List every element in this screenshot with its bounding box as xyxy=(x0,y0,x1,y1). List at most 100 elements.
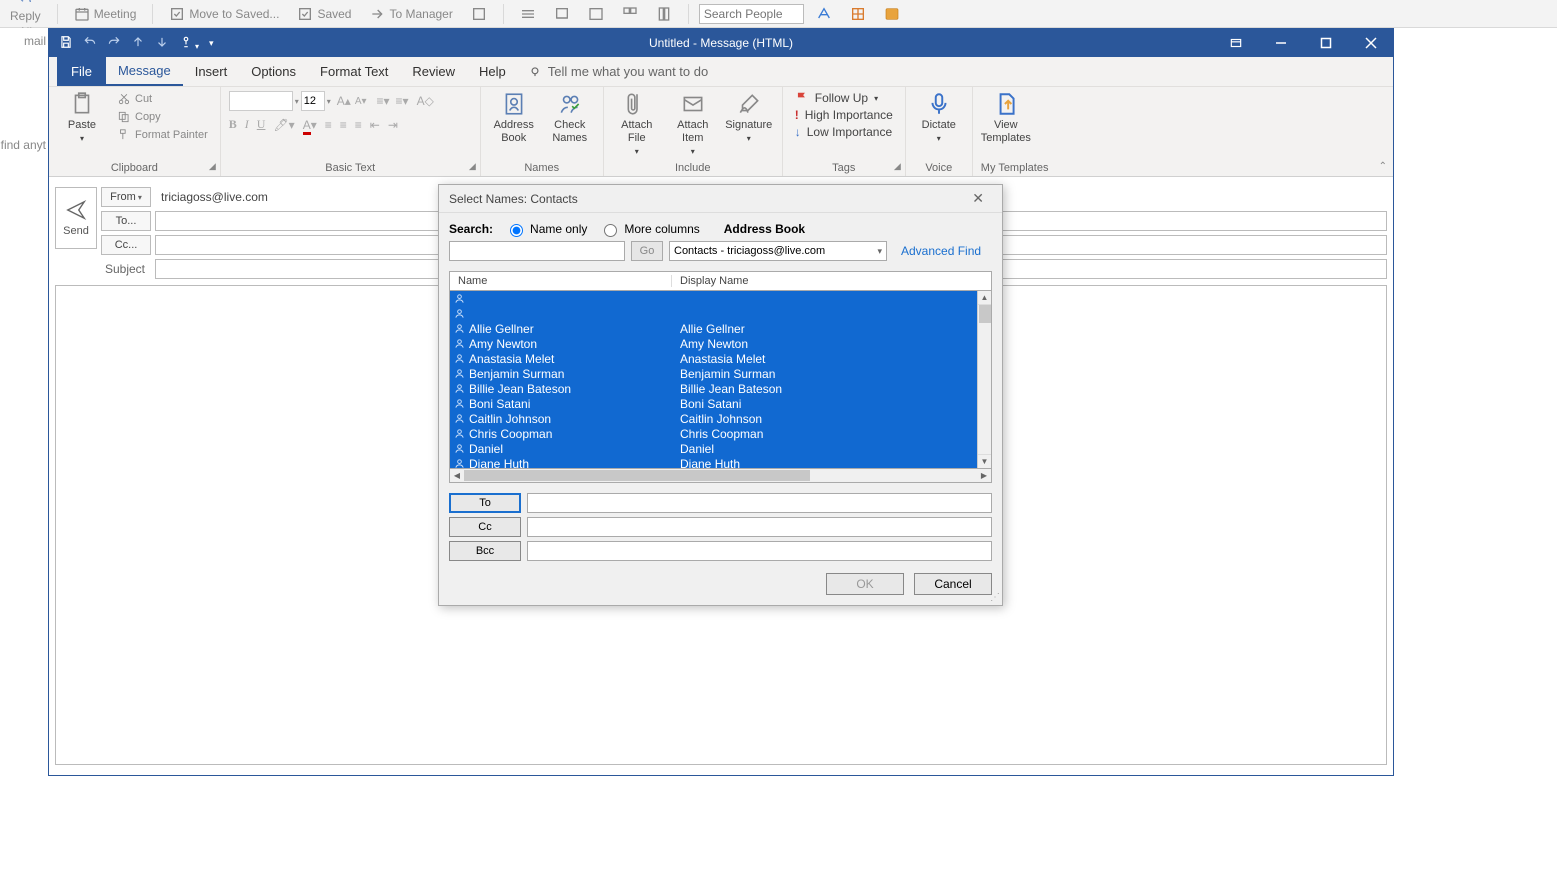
collapse-ribbon-icon[interactable]: ⌃ xyxy=(1379,161,1387,172)
minimize-button[interactable] xyxy=(1258,29,1303,57)
flag-icon[interactable] xyxy=(650,6,678,22)
contact-row[interactable]: Boni SataniBoni Satani xyxy=(450,396,977,411)
bullets-icon[interactable]: ≡▾ xyxy=(377,94,390,108)
tab-options[interactable]: Options xyxy=(239,57,308,86)
dialog-bcc-button[interactable]: Bcc xyxy=(449,541,521,561)
font-color-button[interactable]: A▾ xyxy=(303,118,317,132)
attach-item-button[interactable]: Attach Item▾ xyxy=(668,91,718,157)
dialog-to-input[interactable] xyxy=(527,493,992,513)
grow-font-icon[interactable]: A▴ xyxy=(337,94,351,108)
qat-customize-icon[interactable]: ▾ xyxy=(209,38,214,49)
meeting-button[interactable]: Meeting xyxy=(68,6,143,22)
decrease-indent-icon[interactable]: ⇤ xyxy=(370,118,380,132)
maximize-button[interactable] xyxy=(1303,29,1348,57)
move-icon[interactable] xyxy=(514,6,542,22)
from-button[interactable]: From▾ xyxy=(101,187,151,207)
contact-row[interactable] xyxy=(450,291,977,306)
contacts-list[interactable]: Allie GellnerAllie GellnerAmy NewtonAmy … xyxy=(450,291,977,468)
calendar-addin-icon[interactable] xyxy=(878,6,906,22)
send-button[interactable]: Send xyxy=(55,187,97,249)
categorize-icon[interactable] xyxy=(616,6,644,22)
high-importance-button[interactable]: ! High Importance xyxy=(791,108,897,122)
to-manager-button[interactable]: To Manager xyxy=(363,6,458,22)
contact-row[interactable]: Benjamin SurmanBenjamin Surman xyxy=(450,366,977,381)
touch-mode-icon[interactable]: ▾ xyxy=(179,35,199,52)
close-button[interactable] xyxy=(1348,29,1393,57)
contact-row[interactable]: Chris CoopmanChris Coopman xyxy=(450,426,977,441)
tags-launcher-icon[interactable]: ◢ xyxy=(894,161,901,172)
numbering-icon[interactable]: ≡▾ xyxy=(396,94,409,108)
scroll-right-icon[interactable]: ▶ xyxy=(977,469,991,482)
follow-up-button[interactable]: Follow Up▾ xyxy=(791,91,897,105)
tell-me-search[interactable]: Tell me what you want to do xyxy=(528,64,708,79)
resize-grip-icon[interactable]: ⋰ xyxy=(990,592,1000,603)
address-book-select[interactable]: Contacts - triciagoss@live.com▾ xyxy=(669,241,887,261)
increase-indent-icon[interactable]: ⇥ xyxy=(388,118,398,132)
contact-row[interactable]: Amy NewtonAmy Newton xyxy=(450,336,977,351)
go-button[interactable]: Go xyxy=(631,241,663,261)
cancel-button[interactable]: Cancel xyxy=(914,573,992,595)
font-family-input[interactable] xyxy=(229,91,293,111)
underline-button[interactable]: U xyxy=(257,117,266,132)
italic-button[interactable]: I xyxy=(245,117,249,132)
cc-button[interactable]: Cc... xyxy=(101,235,151,255)
check-names-button[interactable]: Check Names xyxy=(545,91,595,145)
contact-row[interactable]: Billie Jean BatesonBillie Jean Bateson xyxy=(450,381,977,396)
read-aloud-icon[interactable] xyxy=(810,6,838,22)
clear-format-icon[interactable]: A◇ xyxy=(417,94,434,108)
down-arrow-icon[interactable] xyxy=(155,35,169,52)
ribbon-display-icon[interactable] xyxy=(1213,29,1258,57)
tab-file[interactable]: File xyxy=(57,57,106,86)
scroll-left-icon[interactable]: ◀ xyxy=(450,469,464,482)
align-left-icon[interactable]: ≡ xyxy=(325,118,332,132)
address-book-button[interactable]: Address Book xyxy=(489,91,539,145)
ok-button[interactable]: OK xyxy=(826,573,904,595)
view-templates-button[interactable]: View Templates xyxy=(981,91,1031,145)
scroll-up-icon[interactable]: ▲ xyxy=(978,291,991,305)
addin-icon[interactable] xyxy=(844,6,872,22)
font-size-input[interactable] xyxy=(301,91,325,111)
format-painter-button[interactable]: Format Painter xyxy=(113,127,212,143)
scroll-thumb[interactable] xyxy=(979,305,991,323)
signature-button[interactable]: Signature▾ xyxy=(724,91,774,144)
to-button[interactable]: To... xyxy=(101,211,151,231)
dialog-cc-input[interactable] xyxy=(527,517,992,537)
onenote-icon[interactable] xyxy=(582,6,610,22)
highlight-button[interactable]: 🖊▾ xyxy=(273,118,294,132)
redo-icon[interactable] xyxy=(107,35,121,52)
basictext-launcher-icon[interactable]: ◢ xyxy=(469,161,476,172)
contact-row[interactable]: Anastasia MeletAnastasia Melet xyxy=(450,351,977,366)
undo-icon[interactable] xyxy=(83,35,97,52)
save-icon[interactable] xyxy=(59,35,73,52)
vertical-scrollbar[interactable]: ▲ ▼ xyxy=(977,291,991,468)
col-name[interactable]: Name xyxy=(450,275,672,287)
paste-button[interactable]: Paste ▾ xyxy=(57,91,107,144)
tab-message[interactable]: Message xyxy=(106,57,183,86)
dialog-search-input[interactable] xyxy=(449,241,625,261)
low-importance-button[interactable]: ↓ Low Importance xyxy=(791,125,897,139)
tab-help[interactable]: Help xyxy=(467,57,518,86)
advanced-find-link[interactable]: Advanced Find xyxy=(901,244,981,258)
tab-format-text[interactable]: Format Text xyxy=(308,57,400,86)
horizontal-scrollbar[interactable]: ◀ ▶ xyxy=(449,469,992,483)
radio-name-only[interactable]: Name only xyxy=(505,221,587,237)
contact-row[interactable]: Allie GellnerAllie Gellner xyxy=(450,321,977,336)
contact-row[interactable]: DanielDaniel xyxy=(450,441,977,456)
bold-button[interactable]: B xyxy=(229,117,237,132)
dialog-cc-button[interactable]: Cc xyxy=(449,517,521,537)
up-arrow-icon[interactable] xyxy=(131,35,145,52)
contact-row[interactable] xyxy=(450,306,977,321)
dialog-bcc-input[interactable] xyxy=(527,541,992,561)
radio-more-columns[interactable]: More columns xyxy=(599,221,699,237)
rules-icon[interactable] xyxy=(548,6,576,22)
move-saved-button[interactable]: Move to Saved... xyxy=(163,6,285,22)
contact-row[interactable]: Diane HuthDiane Huth xyxy=(450,456,977,468)
attach-file-button[interactable]: Attach File▾ xyxy=(612,91,662,157)
col-display[interactable]: Display Name xyxy=(672,275,991,287)
scroll-down-icon[interactable]: ▼ xyxy=(978,454,991,468)
tab-insert[interactable]: Insert xyxy=(183,57,240,86)
dialog-to-button[interactable]: To xyxy=(449,493,521,513)
contact-row[interactable]: Caitlin JohnsonCaitlin Johnson xyxy=(450,411,977,426)
hscroll-thumb[interactable] xyxy=(464,470,810,481)
quickstep-dropdown[interactable] xyxy=(465,6,493,22)
